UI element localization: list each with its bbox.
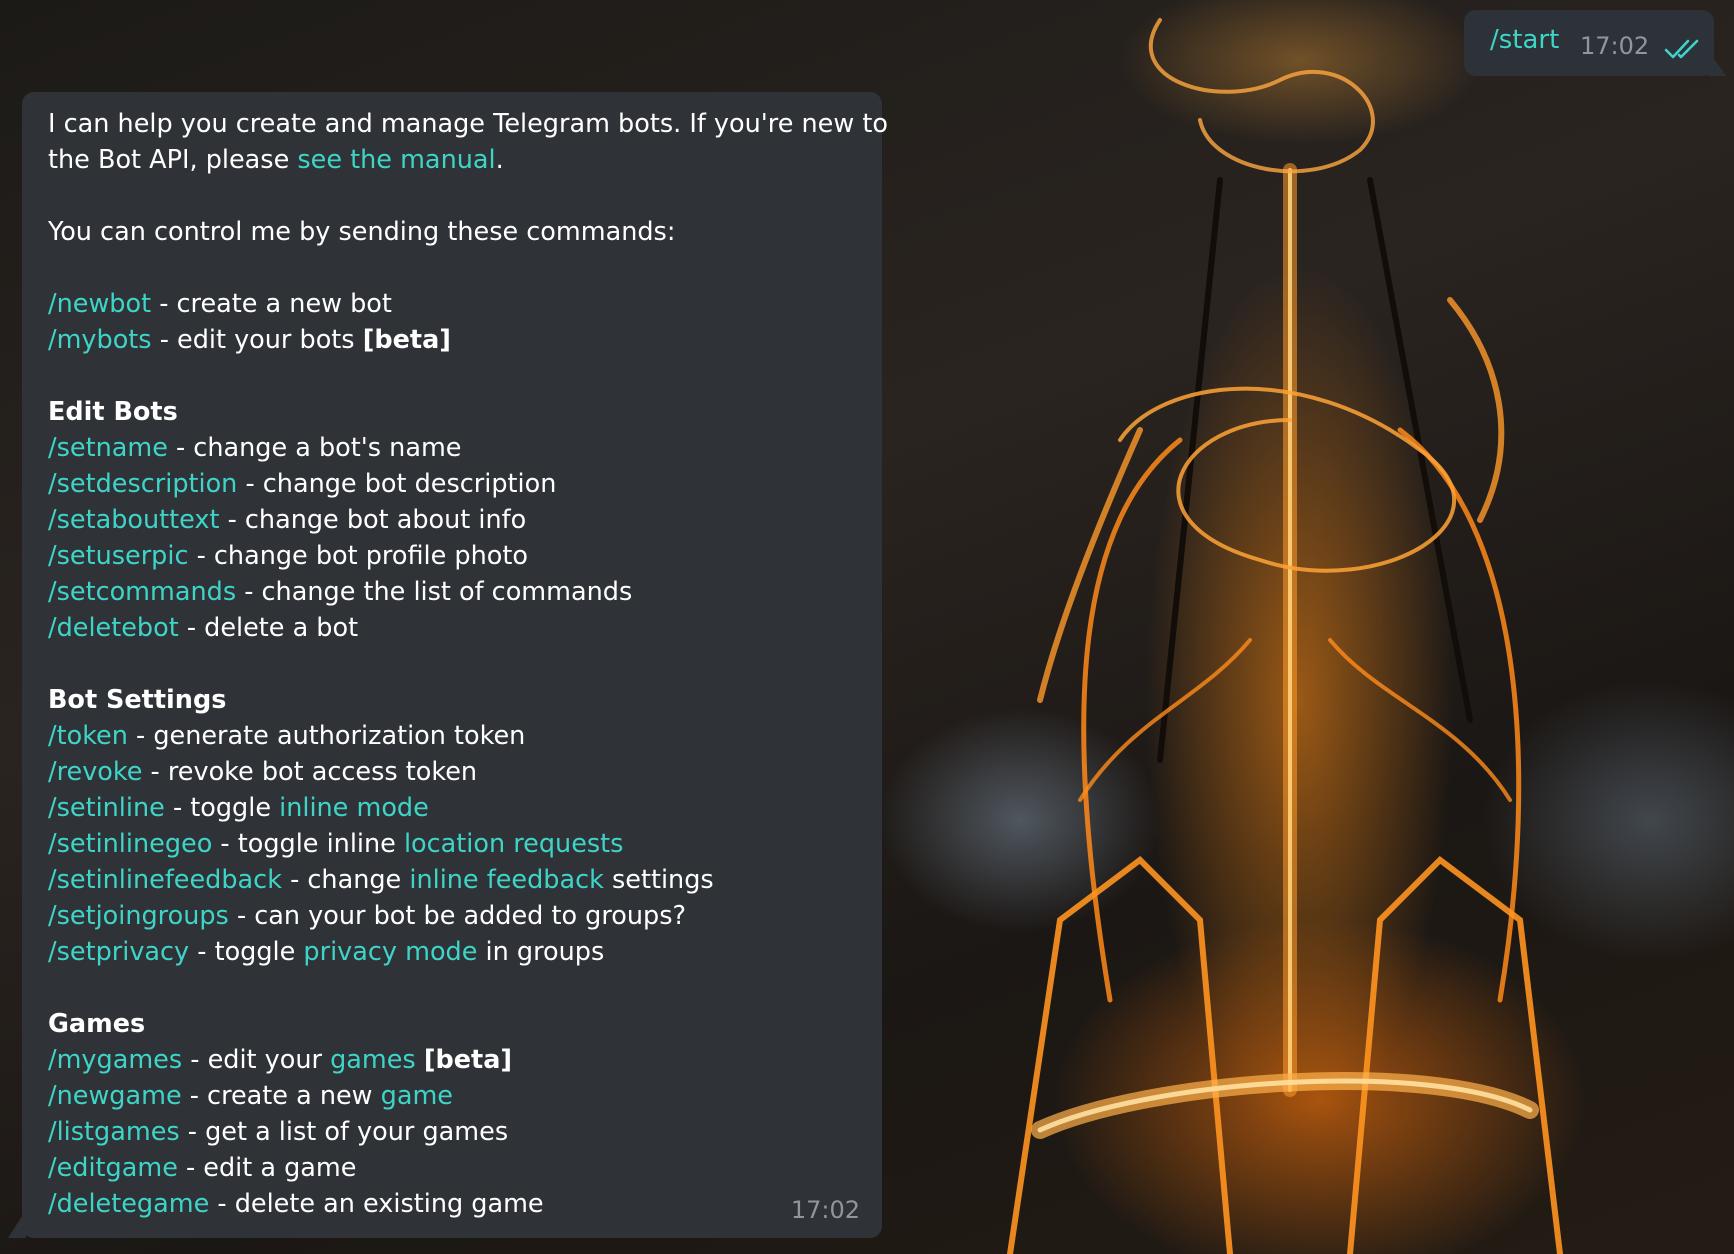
- command-description: - change bot profile photo: [188, 541, 528, 571]
- command-link[interactable]: /setabouttext: [48, 505, 219, 535]
- command-link[interactable]: /deletegame: [48, 1189, 209, 1219]
- section-title-bot-settings: Bot Settings: [48, 685, 227, 715]
- command-line: /setinlinefeedback - change inline feedb…: [48, 862, 856, 898]
- intro-text-2: the Bot API, please: [48, 145, 298, 175]
- incoming-message-bubble: I can help you create and manage Telegra…: [22, 92, 888, 1238]
- command-link[interactable]: /editgame: [48, 1153, 178, 1183]
- command-description-tail: settings: [603, 865, 714, 895]
- outgoing-message-time: 17:02: [1580, 32, 1650, 60]
- command-description-tail: [416, 1045, 424, 1075]
- command-line: /setinline - toggle inline mode: [48, 790, 856, 826]
- command-link[interactable]: /setname: [48, 433, 168, 463]
- command-line: /revoke - revoke bot access token: [48, 754, 856, 790]
- command-line: /newbot - create a new bot: [48, 286, 856, 322]
- command-description: - change: [281, 865, 410, 895]
- outgoing-bubble-tail: [1708, 50, 1726, 76]
- edit-bots-commands-list: /setname - change a bot's name/setdescri…: [48, 430, 856, 646]
- command-line: /setuserpic - change bot profile photo: [48, 538, 856, 574]
- command-link[interactable]: /setinlinefeedback: [48, 865, 282, 895]
- command-line: /setdescription - change bot description: [48, 466, 856, 502]
- manual-link[interactable]: see the manual: [297, 145, 495, 175]
- command-description: - can your bot be added to groups?: [228, 901, 687, 931]
- inline-link[interactable]: inline feedback: [409, 865, 604, 895]
- command-line: /listgames - get a list of your games: [48, 1114, 856, 1150]
- command-description: - revoke bot access token: [142, 757, 478, 787]
- games-commands-list: /mygames - edit your games [beta]/newgam…: [48, 1042, 856, 1222]
- command-description: - toggle: [164, 793, 280, 823]
- outgoing-message-text: /start: [1490, 25, 1560, 55]
- command-link[interactable]: /setcommands: [48, 577, 236, 607]
- command-line: /setname - change a bot's name: [48, 430, 856, 466]
- inline-link[interactable]: game: [381, 1081, 453, 1111]
- incoming-message-time: 17:02: [790, 1196, 860, 1224]
- top-commands-list: /newbot - create a new bot/mybots - edit…: [48, 286, 856, 358]
- command-link[interactable]: /mygames: [48, 1045, 182, 1075]
- command-line: /newgame - create a new game: [48, 1078, 856, 1114]
- command-link[interactable]: /setprivacy: [48, 937, 189, 967]
- command-line: /deletegame - delete an existing game: [48, 1186, 856, 1222]
- command-description: - edit your bots: [151, 325, 363, 355]
- command-description: - get a list of your games: [179, 1117, 509, 1147]
- command-description: - edit a game: [177, 1153, 357, 1183]
- intro-text-1: I can help you create and manage Telegra…: [48, 109, 888, 139]
- command-link[interactable]: /setinlinegeo: [48, 829, 212, 859]
- intro-period: .: [495, 145, 504, 175]
- command-description: - create a new: [181, 1081, 381, 1111]
- command-description: - change a bot's name: [167, 433, 462, 463]
- command-line: /token - generate authorization token: [48, 718, 856, 754]
- command-link[interactable]: /deletebot: [48, 613, 179, 643]
- command-line: /deletebot - delete a bot: [48, 610, 856, 646]
- control-text: You can control me by sending these comm…: [48, 217, 676, 247]
- command-link[interactable]: /listgames: [48, 1117, 180, 1147]
- command-description: - change the list of commands: [236, 577, 633, 607]
- command-link[interactable]: /mybots: [48, 325, 152, 355]
- command-link[interactable]: /newgame: [48, 1081, 182, 1111]
- command-line: /setjoingroups - can your bot be added t…: [48, 898, 856, 934]
- command-link[interactable]: /setinline: [48, 793, 165, 823]
- command-line: /setinlinegeo - toggle inline location r…: [48, 826, 856, 862]
- command-description: - create a new bot: [151, 289, 392, 319]
- command-description-tail: in groups: [477, 937, 605, 967]
- command-link[interactable]: /setjoingroups: [48, 901, 229, 931]
- command-description: - generate authorization token: [127, 721, 526, 751]
- command-line: /mygames - edit your games [beta]: [48, 1042, 856, 1078]
- command-description: - change bot about info: [219, 505, 527, 535]
- command-line: /setprivacy - toggle privacy mode in gro…: [48, 934, 856, 970]
- intro-line-2: the Bot API, please see the manual.: [48, 142, 856, 178]
- command-link[interactable]: /setuserpic: [48, 541, 188, 571]
- command-link[interactable]: /token: [48, 721, 128, 751]
- control-line: You can control me by sending these comm…: [48, 214, 856, 250]
- section-title-edit-bots: Edit Bots: [48, 397, 178, 427]
- command-description: - delete a bot: [178, 613, 359, 643]
- command-description: - toggle: [189, 937, 304, 967]
- command-description: - delete an existing game: [209, 1189, 544, 1219]
- inline-link[interactable]: inline mode: [279, 793, 429, 823]
- inline-link[interactable]: games: [330, 1045, 416, 1075]
- command-link[interactable]: /setdescription: [48, 469, 237, 499]
- command-description: - toggle inline: [212, 829, 404, 859]
- command-line: /mybots - edit your bots [beta]: [48, 322, 856, 358]
- double-check-read-icon: [1664, 39, 1699, 59]
- command-link[interactable]: /newbot: [48, 289, 151, 319]
- bot-settings-commands-list: /token - generate authorization token/re…: [48, 718, 856, 970]
- command-line: /setcommands - change the list of comman…: [48, 574, 856, 610]
- section-title-games: Games: [48, 1009, 146, 1039]
- beta-label: [beta]: [423, 1045, 513, 1075]
- command-description: - edit your: [182, 1045, 331, 1075]
- inline-link[interactable]: location requests: [404, 829, 624, 859]
- outgoing-message-bubble[interactable]: /start 17:02: [1464, 10, 1714, 76]
- command-line: /editgame - edit a game: [48, 1150, 856, 1186]
- intro-line-1: I can help you create and manage Telegra…: [48, 106, 888, 142]
- command-link[interactable]: /revoke: [48, 757, 142, 787]
- inline-link[interactable]: privacy mode: [303, 937, 477, 967]
- beta-label: [beta]: [362, 325, 451, 355]
- command-description: - change bot description: [237, 469, 557, 499]
- command-line: /setabouttext - change bot about info: [48, 502, 856, 538]
